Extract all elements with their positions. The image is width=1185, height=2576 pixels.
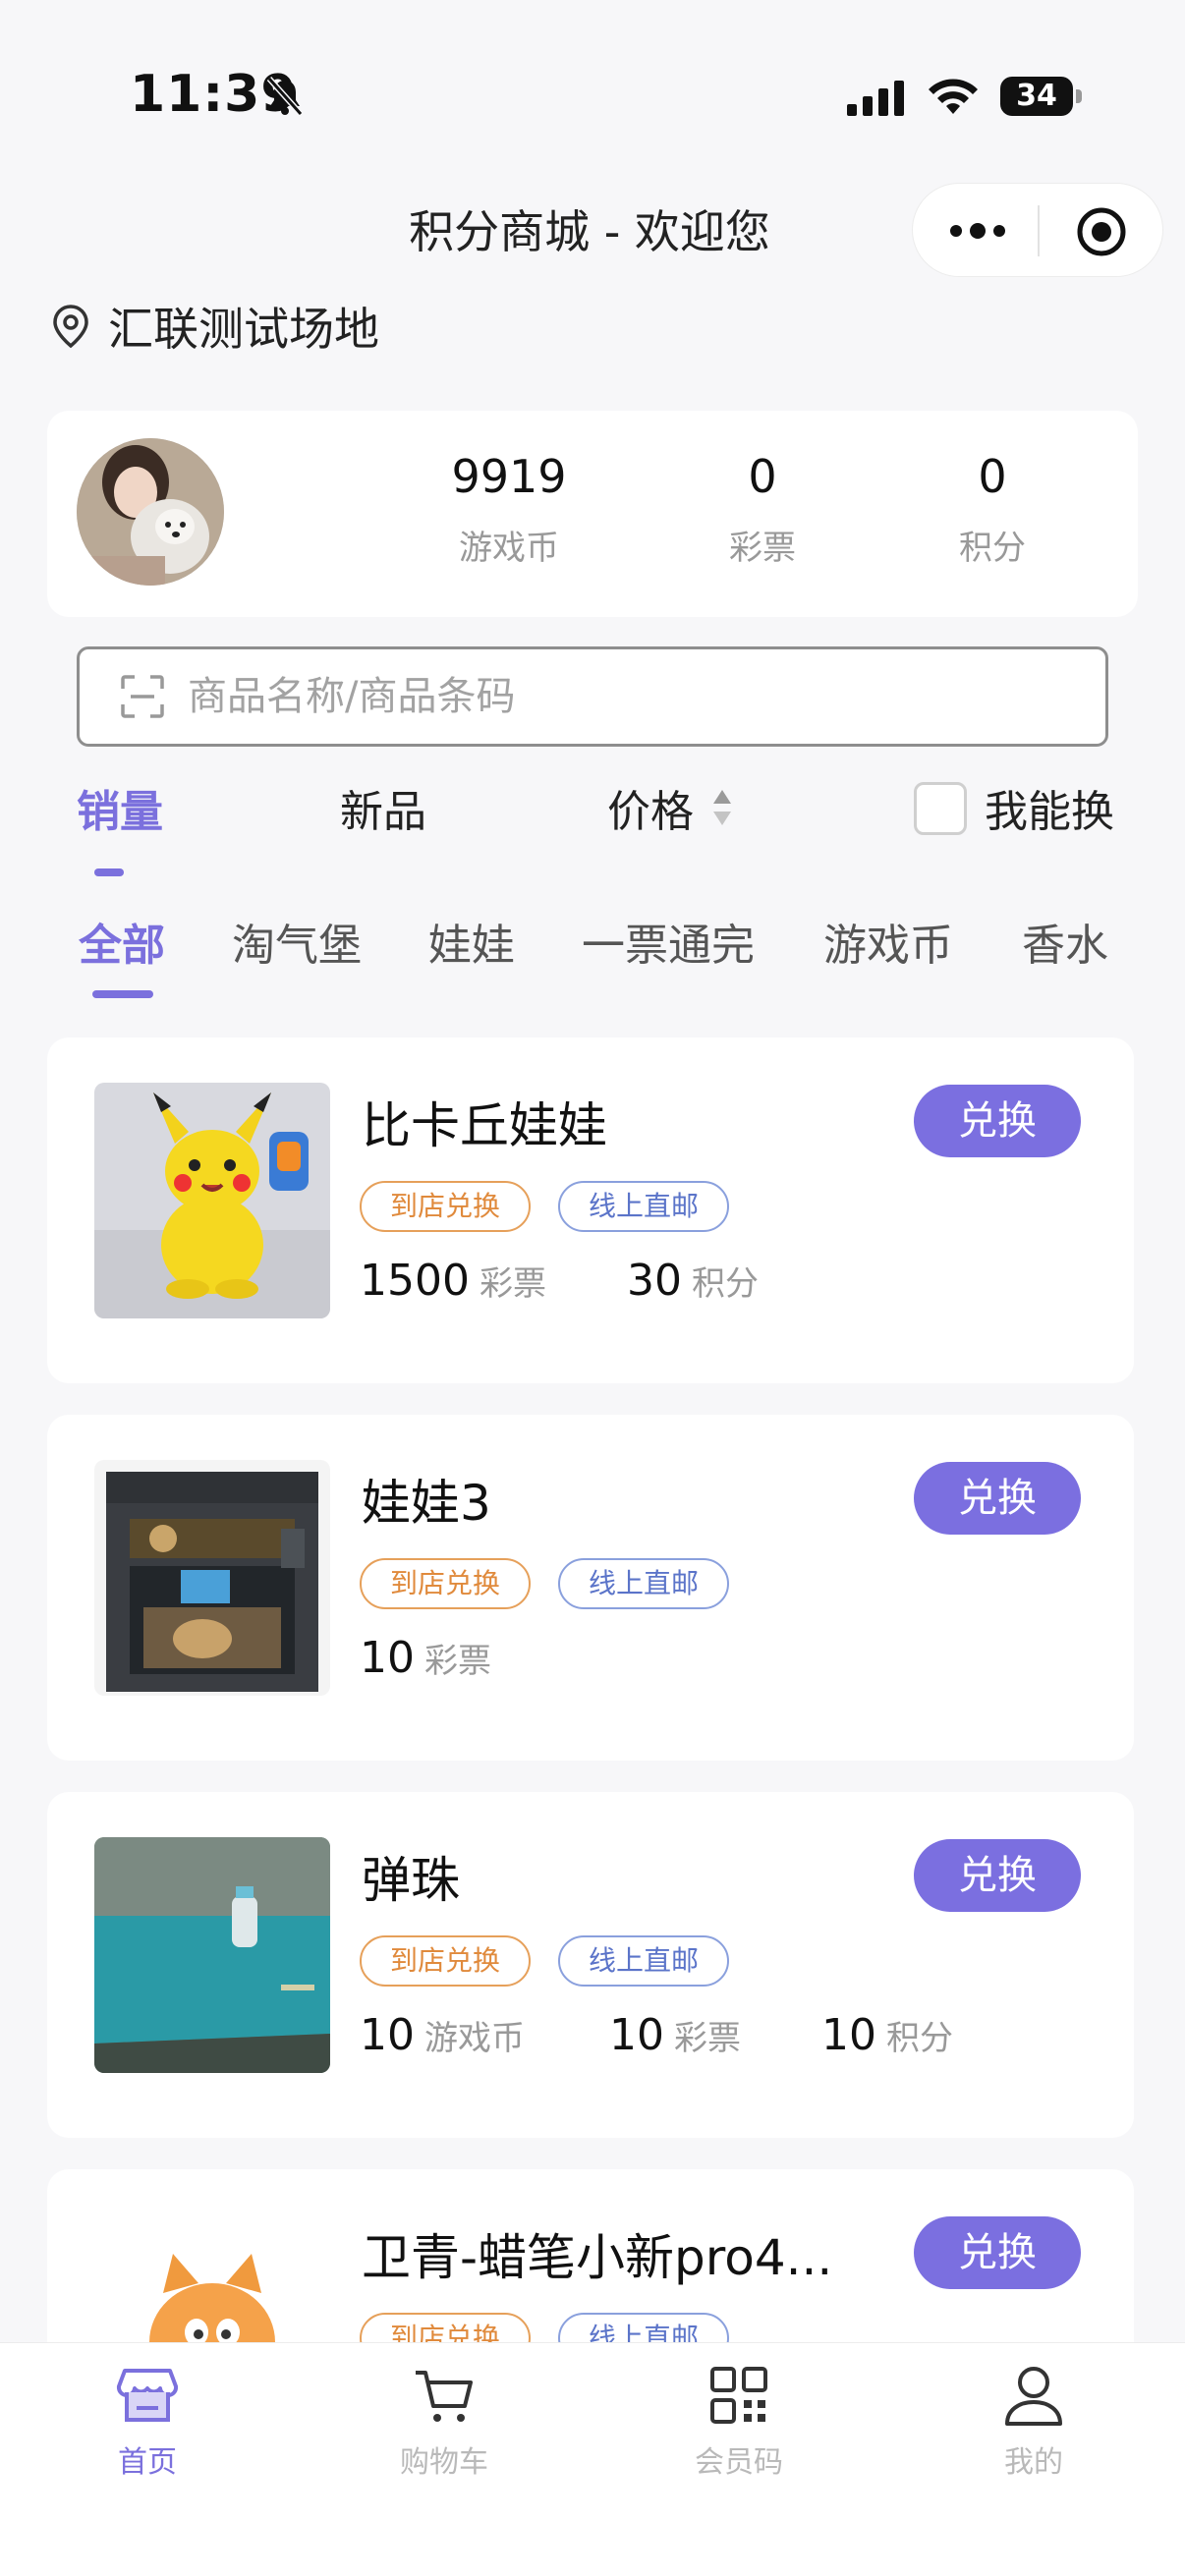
cart-icon	[416, 2371, 473, 2422]
can-redeem-label[interactable]: 我能换	[985, 776, 1114, 839]
product-name: 比卡丘娃娃	[362, 1097, 607, 1154]
status-bar: 11:39 34	[0, 0, 1185, 187]
bottom-tab-bar: 首页 购物车 会员码 我的	[0, 2342, 1185, 2576]
category-tab-perfume[interactable]: 香水	[1022, 910, 1108, 973]
category-tab-one-ticket[interactable]: 一票通完	[582, 910, 755, 973]
sort-tab-new[interactable]: 新品	[340, 776, 426, 839]
battery-tip	[1076, 89, 1082, 103]
search-input[interactable]	[188, 674, 1105, 719]
tab-label: 首页	[118, 2445, 177, 2480]
price-amount: 10	[360, 1633, 415, 1683]
price-unit: 彩票	[479, 1264, 546, 1304]
category-tab-playground[interactable]: 淘气堡	[232, 910, 362, 973]
location-name: 汇联测试场地	[108, 303, 379, 356]
category-tab-game-coins[interactable]: 游戏币	[823, 910, 953, 973]
product-name: 卫青-蜡笔小新pro4...	[362, 2229, 833, 2286]
tag-in-store-redeem: 到店兑换	[360, 1558, 531, 1609]
price-unit: 彩票	[424, 1642, 491, 1681]
product-price: 10 彩票	[609, 2010, 741, 2060]
stat-label: 彩票	[729, 529, 796, 568]
stat-value: 0	[978, 450, 1007, 503]
price-amount: 10	[360, 2010, 415, 2060]
battery-level: 34	[1000, 77, 1073, 116]
tag-in-store-redeem: 到店兑换	[360, 1935, 531, 1987]
redeem-button[interactable]: 兑换	[914, 1462, 1081, 1535]
close-target-icon[interactable]	[1075, 205, 1128, 258]
product-price: 10 积分	[821, 2010, 953, 2060]
location-selector[interactable]: 汇联测试场地	[51, 295, 379, 358]
stat-label: 积分	[959, 529, 1026, 568]
sort-tab-indicator	[94, 868, 124, 876]
product-card[interactable]: 娃娃3 兑换 到店兑换 线上直邮 10 彩票	[47, 1415, 1134, 1761]
price-amount: 30	[627, 1256, 682, 1306]
product-image[interactable]	[94, 1460, 330, 1696]
product-price: 30 积分	[627, 1256, 759, 1306]
redeem-button[interactable]: 兑换	[914, 1839, 1081, 1912]
search-bar	[77, 646, 1108, 747]
redeem-button[interactable]: 兑换	[914, 2216, 1081, 2289]
more-icon[interactable]	[946, 211, 1009, 251]
category-tab-dolls[interactable]: 娃娃	[428, 910, 515, 973]
cellular-signal-icon	[847, 81, 904, 116]
category-tab-indicator	[92, 990, 153, 998]
price-amount: 10	[609, 2010, 664, 2060]
stat-lottery-tickets[interactable]: 0 彩票	[664, 450, 861, 569]
price-unit: 游戏币	[424, 2019, 525, 2058]
price-unit: 彩票	[674, 2019, 741, 2058]
tab-label: 会员码	[695, 2445, 783, 2480]
tab-member-code[interactable]: 会员码	[641, 2363, 837, 2481]
tag-online-shipping: 线上直邮	[558, 1558, 729, 1609]
bell-mute-icon	[266, 77, 304, 116]
scan-icon[interactable]	[119, 673, 166, 720]
product-name: 娃娃3	[362, 1475, 491, 1532]
tab-cart[interactable]: 购物车	[346, 2363, 542, 2481]
product-price: 10 彩票	[360, 1633, 491, 1683]
tag-online-shipping: 线上直邮	[558, 1181, 729, 1232]
qr-code-icon	[710, 2367, 767, 2424]
avatar[interactable]	[77, 438, 224, 586]
tab-label: 购物车	[400, 2445, 488, 2480]
tab-home[interactable]: 首页	[49, 2363, 246, 2481]
product-card[interactable]: 弹珠 兑换 到店兑换 线上直邮 10 游戏币 10 彩票 10 积分	[47, 1792, 1134, 2138]
redeem-button[interactable]: 兑换	[914, 1085, 1081, 1157]
tab-label: 我的	[1004, 2445, 1063, 2480]
price-amount: 10	[821, 2010, 876, 2060]
tag-in-store-redeem: 到店兑换	[360, 1181, 531, 1232]
tag-online-shipping: 线上直邮	[558, 1935, 729, 1987]
product-price: 1500 彩票	[360, 1256, 546, 1306]
wifi-icon	[929, 79, 978, 114]
category-tab-all[interactable]: 全部	[79, 910, 165, 973]
product-name: 弹珠	[362, 1852, 460, 1909]
sort-tab-price[interactable]: 价格	[607, 776, 694, 839]
stat-game-coins[interactable]: 9919 游戏币	[411, 450, 607, 569]
user-card: 9919 游戏币 0 彩票 0 积分	[47, 411, 1138, 617]
mini-program-capsule	[912, 183, 1163, 277]
stat-value: 9919	[451, 450, 567, 503]
location-pin-icon	[53, 305, 88, 349]
can-redeem-checkbox[interactable]	[914, 782, 967, 835]
battery-indicator: 34	[1000, 77, 1082, 116]
price-unit: 积分	[692, 1264, 759, 1304]
store-icon	[116, 2369, 179, 2422]
capsule-divider	[1038, 205, 1040, 256]
sort-arrows-icon[interactable]	[711, 786, 733, 829]
stat-value: 0	[748, 450, 777, 503]
product-price: 10 游戏币	[360, 2010, 525, 2060]
user-icon	[1005, 2367, 1062, 2426]
product-image[interactable]	[94, 1837, 330, 2073]
price-unit: 积分	[886, 2019, 953, 2058]
sort-tab-sales[interactable]: 销量	[77, 776, 163, 839]
product-card[interactable]: 比卡丘娃娃 兑换 到店兑换 线上直邮 1500 彩票 30 积分	[47, 1037, 1134, 1383]
product-image[interactable]	[94, 1083, 330, 1318]
price-amount: 1500	[360, 1256, 470, 1306]
stat-points[interactable]: 0 积分	[894, 450, 1091, 569]
tab-profile[interactable]: 我的	[935, 2363, 1132, 2481]
stat-label: 游戏币	[459, 529, 559, 568]
